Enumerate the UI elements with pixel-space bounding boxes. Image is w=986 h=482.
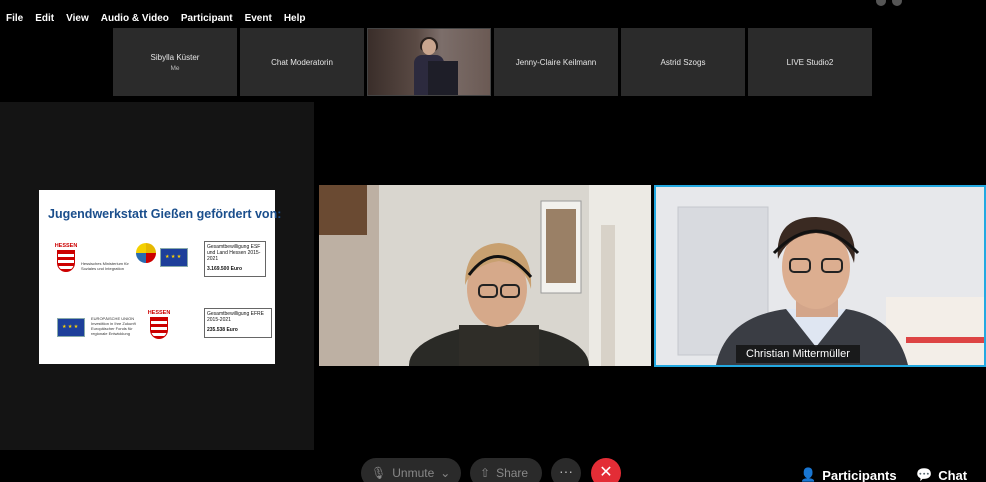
thumbnail-name: LIVE Studio2 [786,57,834,67]
menu-participant[interactable]: Participant [181,10,233,28]
thumbnail-sibylla[interactable]: Sibylla Küster Me [113,28,237,96]
participant-video-feed [319,185,651,366]
thumbnail-name: Astrid Szogs [660,57,706,67]
efre-text: EUROPÄISCHE UNION Investition in Ihre Zu… [91,316,136,336]
thumbnail-live-studio2[interactable]: LIVE Studio2 [748,28,872,96]
participant-thumbnail-strip: Sibylla Küster Me Chat Moderatorin Jenny… [113,28,872,96]
speaker-video-feed [656,187,984,365]
thumbnail-astrid[interactable]: Astrid Szogs [621,28,745,96]
share-label: Share [496,466,529,480]
thumbnail-name: Jenny-Claire Keilmann [515,57,597,67]
maximize-icon[interactable] [892,0,902,6]
menu-view[interactable]: View [66,10,89,28]
menu-file[interactable]: File [6,10,23,28]
shared-screen-panel[interactable]: Jugendwerkstatt Gießen gefördert von: HE… [0,102,314,450]
thumbnail-me-label: Me [170,64,180,72]
eu-flag-icon [160,248,188,267]
participants-icon: 👤 [800,467,817,482]
minimize-icon[interactable] [876,0,886,6]
microphone-off-icon: 🎙 [371,466,387,480]
leave-meeting-button[interactable]: ✕ [591,458,621,482]
share-screen-icon: ⇧ [480,466,491,480]
window-controls[interactable] [876,0,902,6]
chevron-down-icon[interactable]: ⌄ [440,466,450,480]
chat-button[interactable]: 💬 Chat [916,467,967,482]
video-tile-participant[interactable] [319,185,651,366]
more-options-button[interactable]: ··· [551,458,581,482]
slide-title: Jugendwerkstatt Gießen gefördert von: [48,207,282,221]
meeting-toolbar: 🎙 Unmute ⌄ ⇧ Share ··· ✕ 👤 Participants … [0,451,986,482]
eu-flag-icon [57,318,85,337]
video-tile-active-speaker[interactable]: Christian Mittermüller [654,185,986,367]
unmute-label: Unmute [392,466,435,480]
menu-bar: File Edit View Audio & Video Participant… [0,10,305,28]
hessen-logo: HESSEN [147,310,171,339]
menu-help[interactable]: Help [284,10,306,28]
shared-slide: Jugendwerkstatt Gießen gefördert von: HE… [39,190,281,364]
menu-audio-video[interactable]: Audio & Video [101,10,169,28]
esf-logo [136,243,156,263]
podium [428,61,458,95]
chat-label: Chat [938,467,968,482]
participants-button[interactable]: 👤 Participants [800,467,897,482]
chat-icon: 💬 [916,467,933,482]
active-speaker-name: Christian Mittermüller [736,345,860,363]
thumbnail-name: Sibylla Küster [150,52,200,62]
thumbnail-video-speaker[interactable] [367,28,491,96]
funding-box-efre: Gesamtbewilligung EFRE 2015-2021 235.538… [204,308,272,338]
participants-label: Participants [822,467,897,482]
share-button[interactable]: ⇧ Share [470,458,542,482]
window-title-strip [0,0,986,9]
menu-event[interactable]: Event [245,10,272,28]
thumbnail-name: Chat Moderatorin [271,57,333,67]
thumbnail-jenny-claire[interactable]: Jenny-Claire Keilmann [494,28,618,96]
unmute-button[interactable]: 🎙 Unmute ⌄ [361,458,461,482]
thumbnail-chat-moderatorin[interactable]: Chat Moderatorin [240,28,364,96]
menu-edit[interactable]: Edit [35,10,54,28]
funding-box-esf: Gesamtbewilligung ESF und Land Hessen 20… [204,241,266,277]
hessen-logo: HESSEN [54,243,78,272]
ministry-text: Hessisches Ministerium für Soziales und … [81,261,129,271]
